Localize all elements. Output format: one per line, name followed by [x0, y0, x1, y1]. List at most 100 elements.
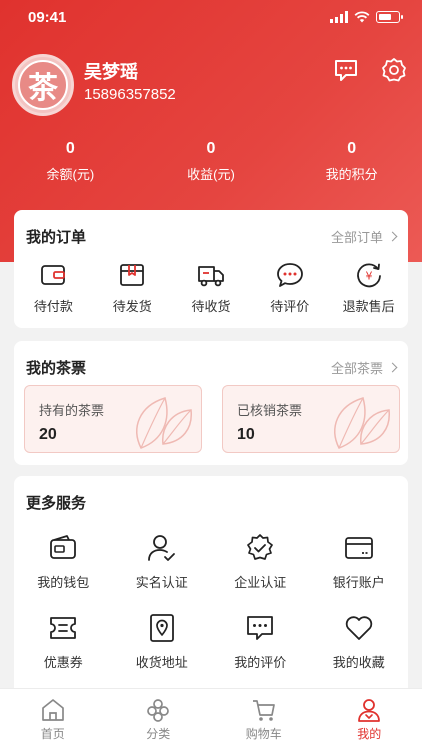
user-check-icon	[147, 535, 175, 561]
service-address[interactable]: 收货地址	[113, 612, 212, 692]
tea-leaf-icon	[136, 397, 192, 449]
all-orders-label: 全部订单	[330, 230, 383, 245]
tab-mine[interactable]: 我的	[317, 689, 422, 750]
comment-icon	[247, 616, 274, 640]
order-pending-receipt[interactable]: 待收货	[172, 260, 251, 315]
tickets-card: 我的茶票 全部茶票 持有的茶票 20 已核销茶票 10	[14, 341, 408, 465]
service-real-name[interactable]: 实名认证	[113, 532, 212, 612]
wallet-icon	[50, 535, 77, 559]
tab-bar: 首页 分类 购物车 我的	[0, 688, 422, 750]
services-title: 更多服务	[26, 495, 87, 512]
stat-balance[interactable]: 0 余额(元)	[0, 140, 141, 183]
tickets-header: 我的茶票 全部茶票	[26, 341, 398, 389]
service-label: 我的钱包	[37, 575, 90, 590]
orders-card: 我的订单 全部订单 待付款 待发货 待收货 待评价 ¥ 退款售后	[14, 210, 408, 328]
held-tickets[interactable]: 持有的茶票 20	[24, 385, 202, 453]
services-header: 更多服务	[26, 476, 396, 524]
refund-icon: ¥	[356, 263, 381, 288]
tea-leaf-icon	[334, 397, 390, 449]
user-phone: 15896357852	[84, 86, 176, 103]
svg-text:¥: ¥	[365, 270, 372, 283]
service-label: 企业认证	[234, 575, 287, 590]
wallet-icon	[41, 265, 66, 285]
wifi-icon	[354, 11, 370, 23]
tab-label: 分类	[146, 727, 171, 741]
user-icon	[358, 699, 381, 722]
settings-icon[interactable]	[380, 56, 408, 84]
used-tickets-label: 已核销茶票	[237, 403, 303, 418]
user-name: 吴梦瑶	[84, 62, 138, 82]
orders-title: 我的订单	[26, 229, 87, 246]
stat-points[interactable]: 0 我的积分	[281, 140, 422, 183]
order-pending-payment[interactable]: 待付款	[14, 260, 93, 315]
service-favorites[interactable]: 我的收藏	[310, 612, 409, 692]
signal-icon	[330, 11, 348, 23]
heart-icon	[345, 616, 372, 640]
order-refund[interactable]: ¥ 退款售后	[329, 260, 408, 315]
service-bank-account[interactable]: 银行账户	[310, 532, 409, 612]
service-label: 优惠券	[43, 655, 83, 670]
order-pending-shipment[interactable]: 待发货	[93, 260, 172, 315]
cart-icon	[252, 700, 275, 721]
service-wallet[interactable]: 我的钱包	[14, 532, 113, 612]
status-bar: 09:41	[0, 0, 422, 36]
stat-value: 0	[65, 140, 75, 157]
stat-earnings[interactable]: 0 收益(元)	[141, 140, 282, 183]
avatar-logo: 茶	[18, 60, 68, 110]
held-tickets-count: 20	[39, 426, 57, 443]
truck-icon	[198, 266, 224, 287]
service-enterprise[interactable]: 企业认证	[211, 532, 310, 612]
badge-check-icon	[247, 534, 274, 560]
order-pending-review[interactable]: 待评价	[250, 260, 329, 315]
service-label: 收货地址	[135, 655, 188, 670]
stat-label: 余额(元)	[46, 167, 95, 182]
all-orders-link[interactable]: 全部订单	[330, 227, 398, 246]
tab-home[interactable]: 首页	[0, 689, 106, 750]
order-label: 待评价	[270, 299, 310, 314]
battery-icon	[376, 11, 403, 23]
tab-label: 购物车	[245, 727, 282, 741]
service-label: 实名认证	[135, 575, 188, 590]
tab-cart[interactable]: 购物车	[211, 689, 317, 750]
services-grid: 我的钱包 实名认证 企业认证 银行账户 优惠券 收货地址 我的评价 我的收藏	[14, 532, 408, 692]
service-label: 我的收藏	[332, 655, 385, 670]
home-icon	[41, 699, 64, 721]
order-status-row: 待付款 待发货 待收货 待评价 ¥ 退款售后	[14, 260, 408, 315]
profile-section: 茶 吴梦瑶 15896357852	[0, 44, 422, 134]
service-label: 我的评价	[234, 655, 287, 670]
bank-card-icon	[344, 537, 373, 559]
tab-label: 首页	[40, 727, 65, 741]
order-label: 待收货	[191, 299, 231, 314]
category-icon	[147, 699, 170, 722]
order-label: 退款售后	[342, 299, 395, 314]
tickets-title: 我的茶票	[26, 360, 87, 377]
chevron-right-icon	[387, 231, 398, 242]
location-icon	[149, 614, 174, 642]
stat-value: 0	[347, 140, 357, 157]
box-icon	[120, 264, 145, 286]
tab-label: 我的	[357, 727, 382, 741]
account-stats: 0 余额(元) 0 收益(元) 0 我的积分	[0, 140, 422, 183]
status-icons	[330, 11, 403, 23]
comment-icon	[276, 263, 303, 287]
status-time: 09:41	[28, 9, 67, 26]
service-coupon[interactable]: 优惠券	[14, 612, 113, 692]
used-tickets[interactable]: 已核销茶票 10	[222, 385, 400, 453]
service-reviews[interactable]: 我的评价	[211, 612, 310, 692]
stat-label: 我的积分	[325, 167, 378, 182]
all-tickets-label: 全部茶票	[330, 361, 383, 376]
stat-value: 0	[206, 140, 216, 157]
stat-label: 收益(元)	[187, 167, 235, 182]
order-label: 待发货	[112, 299, 152, 314]
avatar[interactable]: 茶	[12, 54, 74, 116]
order-label: 待付款	[33, 299, 73, 314]
all-tickets-link[interactable]: 全部茶票	[330, 358, 398, 377]
coupon-icon	[50, 617, 77, 639]
tab-category[interactable]: 分类	[106, 689, 212, 750]
service-label: 银行账户	[332, 575, 385, 590]
used-tickets-count: 10	[237, 426, 255, 443]
chevron-right-icon	[387, 362, 398, 373]
message-icon[interactable]	[332, 56, 360, 84]
orders-header: 我的订单 全部订单	[26, 210, 398, 258]
held-tickets-label: 持有的茶票	[39, 403, 105, 418]
